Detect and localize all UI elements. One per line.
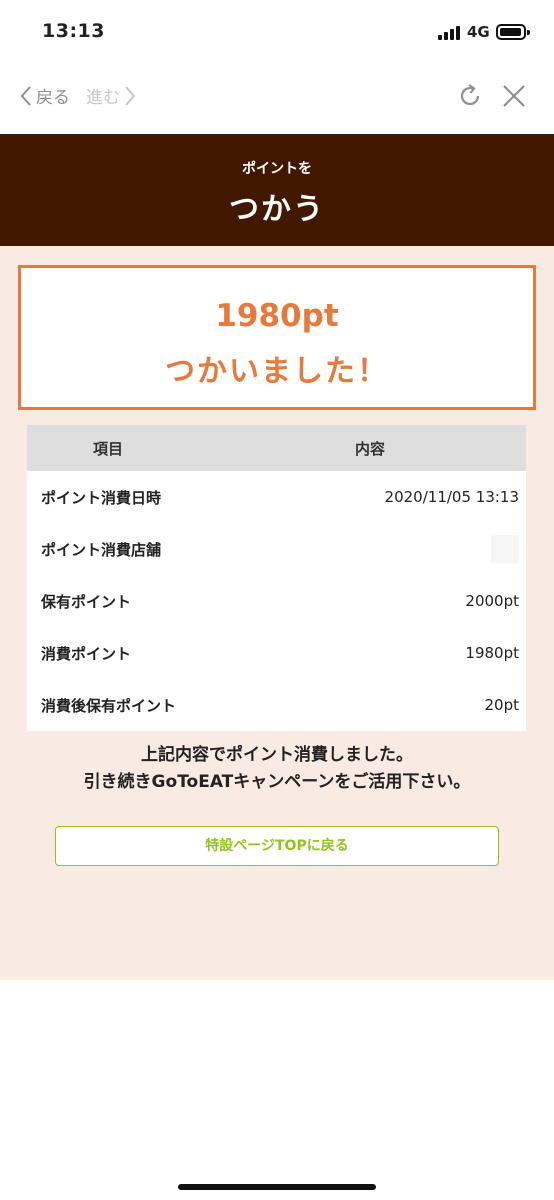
home-indicator bbox=[178, 1184, 376, 1190]
result-box: 1980pt つかいました！ bbox=[18, 265, 536, 410]
chevron-left-icon bbox=[20, 85, 31, 106]
table-row: 消費後保有ポイント 20pt bbox=[27, 679, 526, 731]
notice-line-1: 上記内容でポイント消費しました。 bbox=[141, 745, 413, 765]
notice-text: 上記内容でポイント消費しました。 引き続きGoToEATキャンペーンをご活用下さ… bbox=[0, 742, 554, 796]
forward-label: 進む bbox=[86, 88, 120, 108]
row-label: 保有ポイント bbox=[41, 592, 132, 611]
page-header: ポイントを つかう bbox=[0, 134, 554, 246]
reload-icon[interactable] bbox=[456, 82, 484, 110]
result-message: つかいました！ bbox=[165, 354, 389, 389]
table-row: 保有ポイント 2000pt bbox=[27, 575, 526, 627]
signal-icon bbox=[438, 26, 462, 40]
close-icon[interactable] bbox=[500, 82, 528, 110]
table-row: ポイント消費日時 2020/11/05 13:13 bbox=[27, 471, 526, 523]
back-to-top-button[interactable]: 特設ページTOPに戻る bbox=[55, 826, 499, 866]
battery-icon bbox=[496, 24, 530, 40]
main-content: 1980pt つかいました！ 項目 内容 ポイント消費日時 2020/11/05… bbox=[0, 246, 554, 980]
used-points: 1980pt bbox=[215, 298, 339, 334]
browser-nav: 戻る 進む bbox=[0, 66, 554, 134]
row-value bbox=[277, 523, 526, 575]
column-header-content: 内容 bbox=[277, 425, 526, 471]
table-header-row: 項目 内容 bbox=[27, 425, 526, 471]
row-label: ポイント消費日時 bbox=[41, 488, 162, 507]
store-name-placeholder bbox=[491, 535, 519, 563]
chevron-right-icon bbox=[125, 85, 136, 106]
back-label: 戻る bbox=[36, 88, 70, 108]
row-value: 20pt bbox=[484, 696, 520, 714]
table-row: ポイント消費店舗 bbox=[27, 523, 526, 575]
network-label: 4G bbox=[467, 23, 490, 41]
row-label: 消費ポイント bbox=[41, 644, 132, 663]
row-value: 2020/11/05 13:13 bbox=[384, 488, 519, 506]
back-button[interactable]: 戻る bbox=[20, 83, 70, 108]
status-time: 13:13 bbox=[42, 20, 105, 42]
column-header-item: 項目 bbox=[27, 425, 277, 471]
row-value: 2000pt bbox=[465, 592, 519, 610]
row-label: 消費後保有ポイント bbox=[41, 696, 177, 715]
header-subtitle: ポイントを bbox=[242, 161, 312, 177]
forward-button[interactable]: 進む bbox=[86, 83, 136, 108]
page-title: つかう bbox=[229, 192, 325, 227]
status-bar: 13:13 4G bbox=[0, 0, 554, 66]
detail-table: 項目 内容 ポイント消費日時 2020/11/05 13:13 ポイント消費店舗… bbox=[27, 425, 526, 731]
table-row: 消費ポイント 1980pt bbox=[27, 627, 526, 679]
notice-line-2: 引き続きGoToEATキャンペーンをご活用下さい。 bbox=[83, 772, 471, 792]
row-value: 1980pt bbox=[465, 644, 519, 662]
row-label: ポイント消費店舗 bbox=[41, 540, 162, 559]
